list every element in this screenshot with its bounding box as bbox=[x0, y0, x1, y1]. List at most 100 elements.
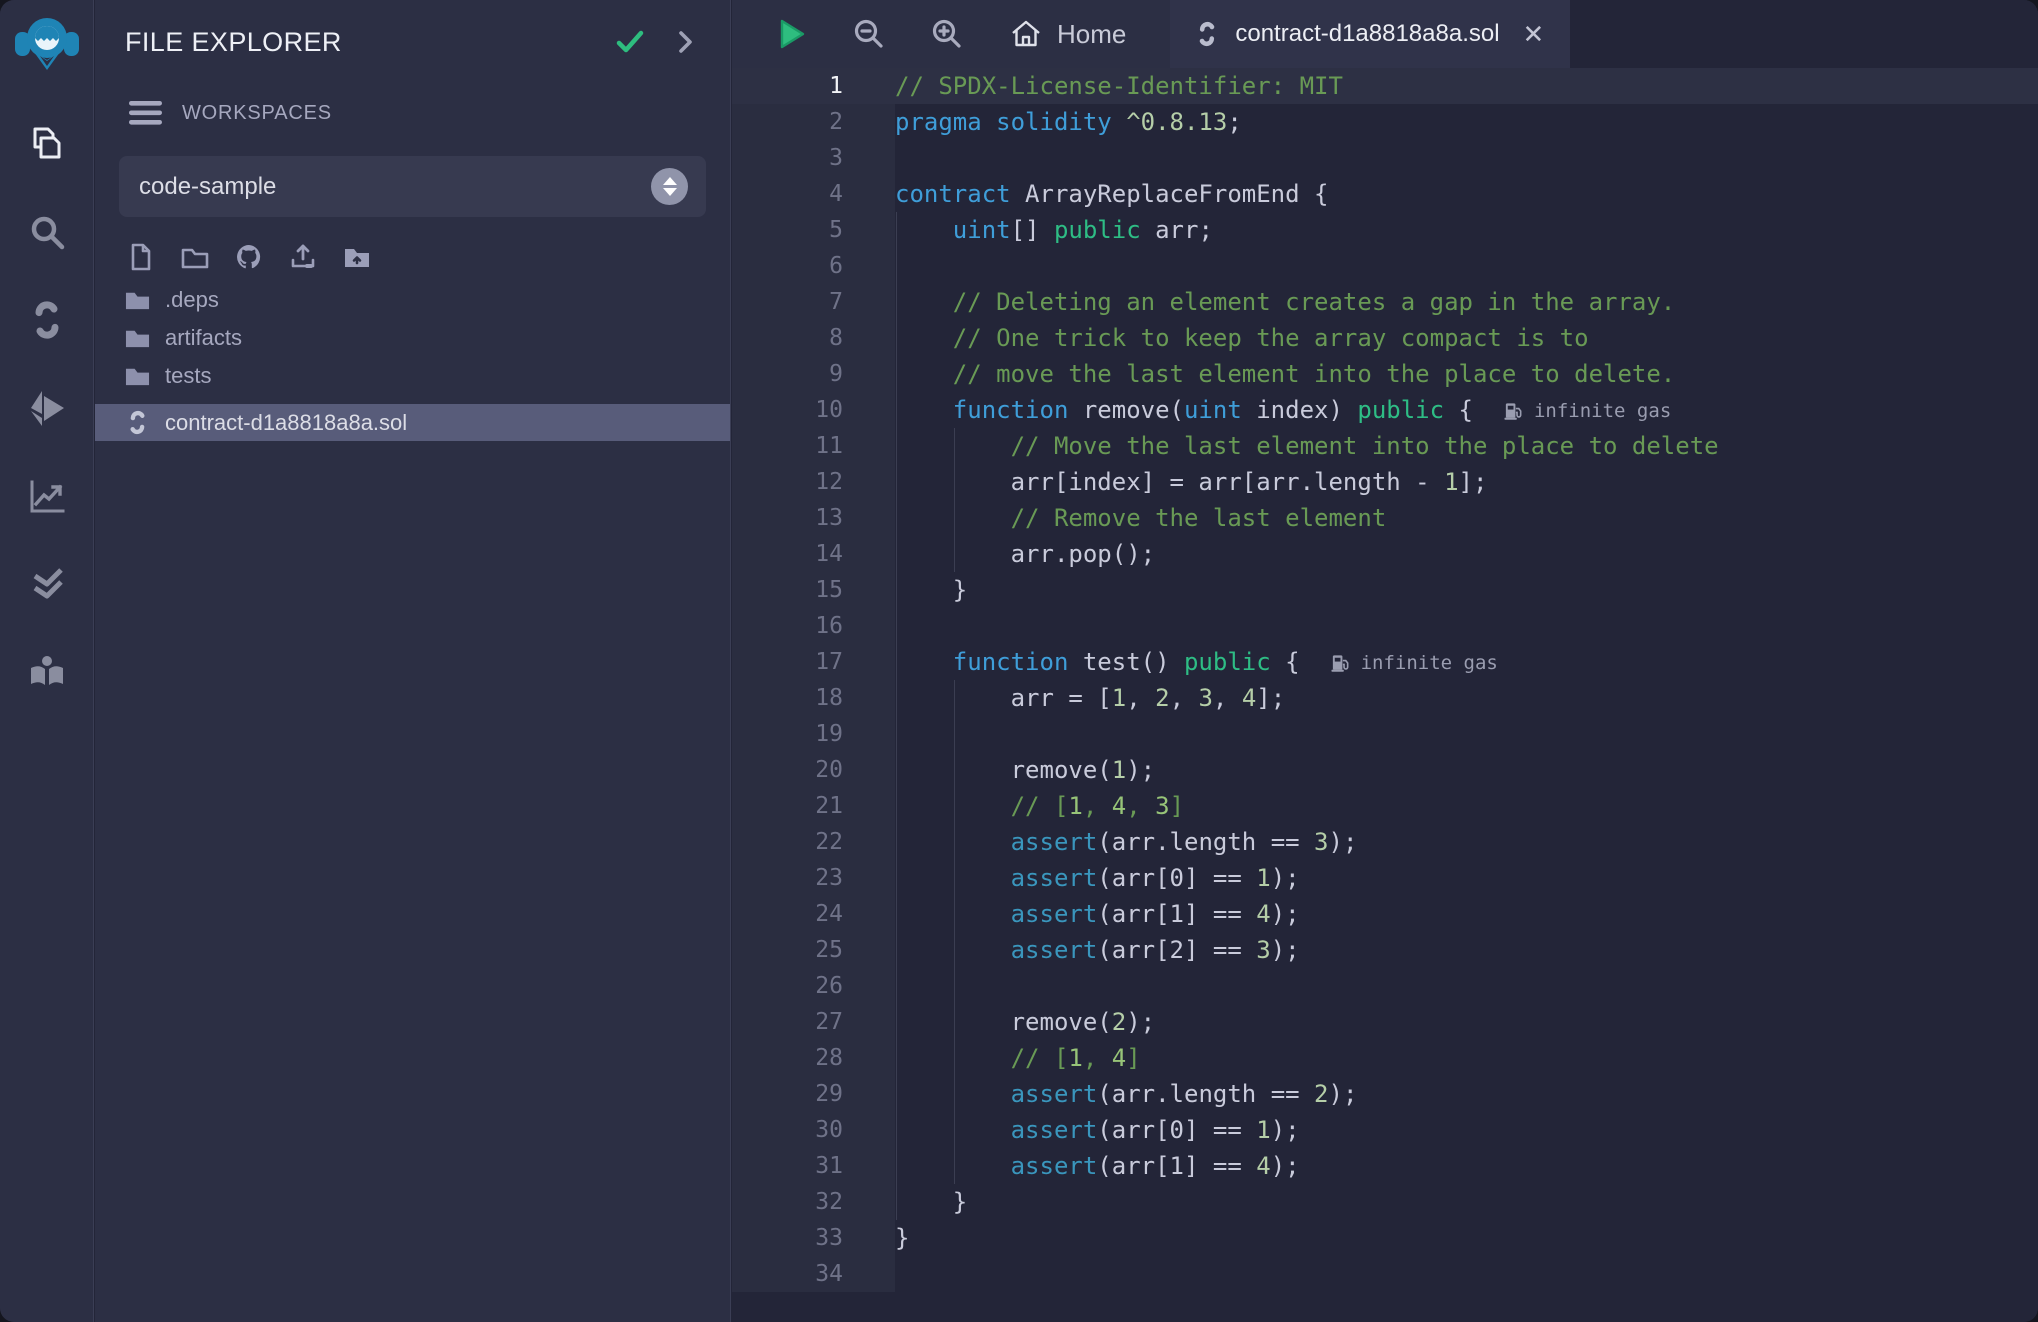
code-line[interactable]: 11 // Move the last element into the pla… bbox=[732, 428, 2038, 464]
code-line[interactable]: 24 assert(arr[1] == 4); bbox=[732, 896, 2038, 932]
remix-logo[interactable] bbox=[14, 10, 80, 76]
code-line[interactable]: 3 bbox=[732, 140, 2038, 176]
code-line[interactable]: 19 bbox=[732, 716, 2038, 752]
zoom-in-button[interactable] bbox=[926, 13, 968, 55]
code-line[interactable]: 2pragma solidity ^0.8.13; bbox=[732, 104, 2038, 140]
code-line[interactable]: 7 // Deleting an element creates a gap i… bbox=[732, 284, 2038, 320]
code-line[interactable]: 20 remove(1); bbox=[732, 752, 2038, 788]
folder-row-deps[interactable]: .deps bbox=[95, 281, 730, 319]
code-text[interactable]: // Move the last element into the place … bbox=[895, 428, 2038, 464]
sidebar-item-solidity-compiler[interactable] bbox=[0, 276, 94, 364]
code-text[interactable]: contract ArrayReplaceFromEnd { bbox=[895, 176, 2038, 212]
code-line[interactable]: 16 bbox=[732, 608, 2038, 644]
file-row-contract[interactable]: contract-d1a8818a8a.sol bbox=[95, 404, 730, 441]
sidebar-item-statistics[interactable] bbox=[0, 452, 94, 540]
code-text[interactable] bbox=[895, 140, 2038, 176]
code-line[interactable]: 32 } bbox=[732, 1184, 2038, 1220]
tab-close-button[interactable]: ✕ bbox=[1521, 19, 1547, 49]
tab-home[interactable]: Home bbox=[1004, 18, 1170, 50]
code-text[interactable] bbox=[895, 968, 2038, 1004]
code-line[interactable]: 13 // Remove the last element bbox=[732, 500, 2038, 536]
code-text[interactable]: assert(arr[0] == 1); bbox=[895, 1112, 2038, 1148]
code-text[interactable]: assert(arr[1] == 4); bbox=[895, 1148, 2038, 1184]
sidebar-item-learn[interactable] bbox=[0, 628, 94, 716]
code-line[interactable]: 15 } bbox=[732, 572, 2038, 608]
code-text[interactable]: // Deleting an element creates a gap in … bbox=[895, 284, 2038, 320]
code-text[interactable]: remove(2); bbox=[895, 1004, 2038, 1040]
upload-file-button[interactable] bbox=[285, 239, 321, 275]
code-text[interactable]: assert(arr[0] == 1); bbox=[895, 860, 2038, 896]
code-line[interactable]: 6 bbox=[732, 248, 2038, 284]
workspaces-menu-button[interactable] bbox=[125, 96, 166, 130]
code-text[interactable]: function test() public {infinite gas bbox=[895, 644, 2038, 680]
code-line[interactable]: 17 function test() public {infinite gas bbox=[732, 644, 2038, 680]
code-line[interactable]: 1// SPDX-License-Identifier: MIT bbox=[732, 68, 2038, 104]
code-line[interactable]: 23 assert(arr[0] == 1); bbox=[732, 860, 2038, 896]
expand-panel-button[interactable] bbox=[668, 25, 702, 59]
code-line[interactable]: 4contract ArrayReplaceFromEnd { bbox=[732, 176, 2038, 212]
workspace-select-caret[interactable] bbox=[651, 168, 688, 205]
code-text[interactable]: } bbox=[895, 1220, 2038, 1256]
code-text[interactable] bbox=[895, 1256, 2038, 1292]
new-file-button[interactable] bbox=[123, 239, 159, 275]
code-line[interactable]: 26 bbox=[732, 968, 2038, 1004]
code-text[interactable]: arr.pop(); bbox=[895, 536, 2038, 572]
sidebar-item-deploy-and-run[interactable] bbox=[0, 364, 94, 452]
code-text[interactable]: // SPDX-License-Identifier: MIT bbox=[895, 68, 2038, 104]
code-line[interactable]: 31 assert(arr[1] == 4); bbox=[732, 1148, 2038, 1184]
code-line[interactable]: 25 assert(arr[2] == 3); bbox=[732, 932, 2038, 968]
code-line[interactable]: 18 arr = [1, 2, 3, 4]; bbox=[732, 680, 2038, 716]
code-text[interactable]: assert(arr.length == 2); bbox=[895, 1076, 2038, 1112]
code-text[interactable]: } bbox=[895, 1184, 2038, 1220]
code-line[interactable]: 10 function remove(uint index) public {i… bbox=[732, 392, 2038, 428]
code-line[interactable]: 8 // One trick to keep the array compact… bbox=[732, 320, 2038, 356]
code-text[interactable] bbox=[895, 716, 2038, 752]
code-line[interactable]: 14 arr.pop(); bbox=[732, 536, 2038, 572]
code-line[interactable]: 27 remove(2); bbox=[732, 1004, 2038, 1040]
code-text[interactable]: // One trick to keep the array compact i… bbox=[895, 320, 2038, 356]
code-text[interactable]: // move the last element into the place … bbox=[895, 356, 2038, 392]
accept-check-button[interactable] bbox=[610, 22, 650, 62]
code-line[interactable]: 21 // [1, 4, 3] bbox=[732, 788, 2038, 824]
zoom-out-button[interactable] bbox=[848, 13, 890, 55]
code-line[interactable]: 9 // move the last element into the plac… bbox=[732, 356, 2038, 392]
code-text[interactable]: pragma solidity ^0.8.13; bbox=[895, 104, 2038, 140]
code-text[interactable]: arr[index] = arr[arr.length - 1]; bbox=[895, 464, 2038, 500]
sidebar-item-file-explorer[interactable] bbox=[0, 100, 94, 188]
code-text[interactable]: // [1, 4] bbox=[895, 1040, 2038, 1076]
code-line[interactable]: 33} bbox=[732, 1220, 2038, 1256]
code-text[interactable]: arr = [1, 2, 3, 4]; bbox=[895, 680, 2038, 716]
code-text[interactable] bbox=[895, 248, 2038, 284]
code-text[interactable] bbox=[895, 608, 2038, 644]
code-line[interactable]: 29 assert(arr.length == 2); bbox=[732, 1076, 2038, 1112]
code-editor[interactable]: 1// SPDX-License-Identifier: MIT2pragma … bbox=[732, 68, 2038, 1322]
upload-folder-button[interactable] bbox=[339, 239, 375, 275]
run-script-button[interactable] bbox=[770, 13, 812, 55]
code-text[interactable]: } bbox=[895, 572, 2038, 608]
sidebar-item-static-analysis[interactable] bbox=[0, 540, 94, 628]
folder-row-artifacts[interactable]: artifacts bbox=[95, 319, 730, 357]
code-line[interactable]: 34 bbox=[732, 1256, 2038, 1292]
fuel-pump-icon bbox=[1330, 653, 1351, 673]
sidebar-item-search[interactable] bbox=[0, 188, 94, 276]
workspace-select[interactable]: code-sample bbox=[119, 156, 706, 217]
code-line[interactable]: 30 assert(arr[0] == 1); bbox=[732, 1112, 2038, 1148]
code-line[interactable]: 5 uint[] public arr; bbox=[732, 212, 2038, 248]
code-text[interactable]: remove(1); bbox=[895, 752, 2038, 788]
github-button[interactable] bbox=[231, 239, 267, 275]
code-text[interactable]: assert(arr[2] == 3); bbox=[895, 932, 2038, 968]
code-text[interactable]: // [1, 4, 3] bbox=[895, 788, 2038, 824]
code-line[interactable]: 28 // [1, 4] bbox=[732, 1040, 2038, 1076]
code-text[interactable]: assert(arr.length == 3); bbox=[895, 824, 2038, 860]
code-text[interactable]: // Remove the last element bbox=[895, 500, 2038, 536]
code-line[interactable]: 22 assert(arr.length == 3); bbox=[732, 824, 2038, 860]
line-number: 19 bbox=[732, 716, 895, 752]
folder-row-tests[interactable]: tests bbox=[95, 357, 730, 395]
code-text[interactable]: assert(arr[1] == 4); bbox=[895, 896, 2038, 932]
code-text[interactable]: function remove(uint index) public {infi… bbox=[895, 392, 2038, 428]
tab-contract-file[interactable]: contract-d1a8818a8a.sol ✕ bbox=[1170, 0, 1570, 68]
code-text[interactable]: uint[] public arr; bbox=[895, 212, 2038, 248]
line-number: 33 bbox=[732, 1220, 895, 1256]
new-folder-button[interactable] bbox=[177, 239, 213, 275]
code-line[interactable]: 12 arr[index] = arr[arr.length - 1]; bbox=[732, 464, 2038, 500]
